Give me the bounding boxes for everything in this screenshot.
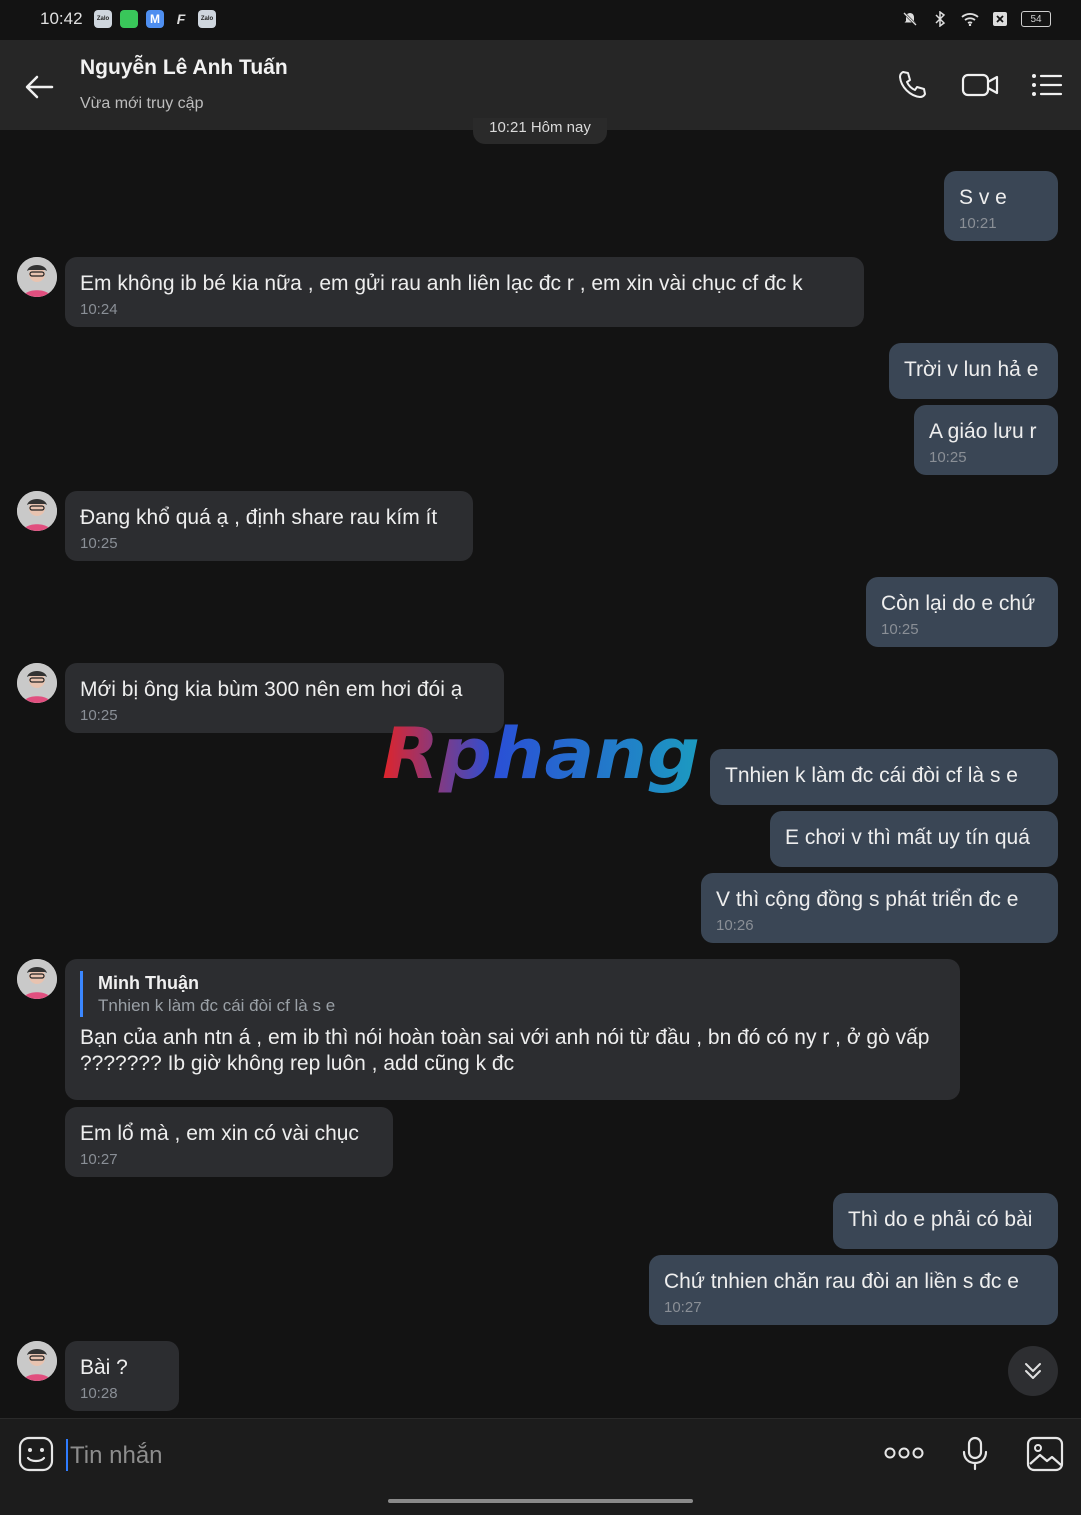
message-text: Đang khổ quá ạ , định share rau kím ít [80, 506, 438, 529]
contact-avatar[interactable] [17, 663, 57, 703]
video-call-button[interactable] [961, 68, 1001, 104]
sticker-button[interactable] [18, 1436, 54, 1472]
message-bubble-outgoing[interactable]: V thì cộng đồng s phát triển đc e 10:26 [701, 873, 1058, 943]
messenger-m-icon: M [146, 10, 164, 28]
message-text: Bạn của anh ntn á , em ib thì nói hoàn t… [80, 1026, 930, 1075]
message-text: Bài ? [80, 1356, 128, 1379]
message-time: 10:27 [80, 1151, 118, 1168]
message-bubble-outgoing[interactable]: A giáo lưu r 10:25 [914, 405, 1058, 475]
quoted-text: Tnhien k làm đc cái đòi cf là s e [98, 996, 336, 1015]
quoted-message[interactable]: Minh Thuận Tnhien k làm đc cái đòi cf là… [80, 971, 945, 1017]
send-image-button[interactable] [1026, 1436, 1064, 1472]
battery-indicator: 54 [1021, 11, 1051, 27]
message-text: E chơi v thì mất uy tín quá [785, 826, 1030, 849]
message-bubble-incoming[interactable]: Đang khổ quá ạ , định share rau kím ít 1… [65, 491, 473, 561]
contact-avatar[interactable] [17, 1341, 57, 1381]
message-text: Trời v lun hả e [904, 358, 1039, 381]
wifi-icon [961, 10, 979, 28]
message-bubble-outgoing[interactable]: Thì do e phải có bài [833, 1193, 1058, 1249]
status-bar: 10:42 Zalo M F Zalo 54 [0, 0, 1081, 40]
message-text: Còn lại do e chứ [881, 592, 1036, 615]
system-icons: 54 [901, 10, 1051, 28]
message-time: 10:21 [959, 215, 997, 232]
message-input[interactable] [68, 1435, 832, 1477]
message-text: A giáo lưu r [929, 420, 1037, 443]
message-text: Em lổ mà , em xin có vài chục [80, 1122, 359, 1145]
message-bubble-outgoing[interactable]: S v e 10:21 [944, 171, 1058, 241]
more-dots-icon [884, 1447, 924, 1459]
close-box-icon [991, 10, 1009, 28]
contact-status: Vừa mới truy cập [80, 95, 204, 112]
contact-avatar[interactable] [17, 257, 57, 297]
message-text: Chứ tnhien chăn rau đòi an liền s đc e [664, 1270, 1019, 1293]
contact-avatar[interactable] [17, 491, 57, 531]
watermark-logo: Rphang [382, 713, 700, 795]
zalo-app-icon: Zalo [94, 10, 112, 28]
quoted-author: Minh Thuận [98, 973, 199, 993]
date-separator: 10:21 Hôm nay [473, 118, 607, 144]
contact-name[interactable]: Nguyễn Lê Anh Tuấn [80, 56, 288, 80]
voice-message-button[interactable] [960, 1436, 990, 1472]
more-options-button[interactable] [884, 1443, 924, 1463]
f-app-icon: F [176, 11, 186, 27]
status-time: 10:42 [40, 9, 83, 28]
message-bubble-outgoing[interactable]: Tnhien k làm đc cái đòi cf là s e [710, 749, 1058, 805]
message-time: 10:25 [80, 535, 118, 552]
avatar-icon [17, 959, 57, 999]
message-bubble-incoming[interactable]: Bài ? 10:28 [65, 1341, 179, 1411]
message-time: 10:25 [881, 621, 919, 638]
message-bubble-outgoing[interactable]: Trời v lun hả e [889, 343, 1058, 399]
contact-avatar[interactable] [17, 959, 57, 999]
date-separator-label: 10:21 Hôm nay [489, 119, 591, 136]
avatar-icon [17, 491, 57, 531]
message-time: 10:26 [716, 917, 754, 934]
green-app-icon [120, 10, 138, 28]
message-bubble-outgoing[interactable]: Chứ tnhien chăn rau đòi an liền s đc e 1… [649, 1255, 1058, 1325]
message-bubble-outgoing[interactable]: Còn lại do e chứ 10:25 [866, 577, 1058, 647]
notification-icons: Zalo M F Zalo [94, 10, 216, 28]
avatar-icon [17, 1341, 57, 1381]
message-text: Thì do e phải có bài [848, 1208, 1033, 1231]
message-text: Tnhien k làm đc cái đòi cf là s e [725, 764, 1018, 787]
home-indicator[interactable] [388, 1499, 693, 1503]
message-text: Mới bị ông kia bùm 300 nên em hơi đói ạ [80, 678, 463, 701]
emoji-icon [18, 1436, 54, 1472]
message-bubble-outgoing[interactable]: E chơi v thì mất uy tín quá [770, 811, 1058, 867]
zalo-app-icon-2: Zalo [198, 10, 216, 28]
message-text: Em không ib bé kia nữa , em gửi rau anh … [80, 272, 803, 295]
back-arrow-icon [25, 75, 54, 99]
message-text: S v e [959, 186, 1007, 209]
video-camera-icon [961, 73, 999, 97]
image-icon [1026, 1436, 1064, 1472]
message-bubble-reply[interactable]: Minh Thuận Tnhien k làm đc cái đòi cf là… [65, 959, 960, 1100]
double-chevron-down-icon [1025, 1363, 1041, 1379]
list-menu-icon [1032, 74, 1063, 96]
bluetooth-icon [931, 10, 949, 28]
message-time: 10:24 [80, 301, 118, 318]
back-button[interactable] [22, 70, 56, 104]
avatar-icon [17, 663, 57, 703]
message-time: 10:28 [80, 1385, 118, 1402]
phone-icon [899, 71, 926, 98]
message-bubble-incoming[interactable]: Em không ib bé kia nữa , em gửi rau anh … [65, 257, 864, 327]
chat-header: Nguyễn Lê Anh Tuấn Vừa mới truy cập [0, 40, 1081, 130]
watermark-text: Rphang [382, 713, 700, 795]
message-time: 10:27 [664, 1299, 702, 1316]
voice-call-button[interactable] [895, 68, 931, 104]
scroll-to-bottom-button[interactable] [1008, 1346, 1058, 1396]
message-time: 10:25 [929, 449, 967, 466]
message-text: V thì cộng đồng s phát triển đc e [716, 888, 1019, 911]
message-bubble-incoming[interactable]: Em lổ mà , em xin có vài chục 10:27 [65, 1107, 393, 1177]
microphone-icon [962, 1436, 988, 1471]
mute-icon [901, 10, 919, 28]
avatar-icon [17, 257, 57, 297]
options-menu-button[interactable] [1030, 68, 1066, 104]
